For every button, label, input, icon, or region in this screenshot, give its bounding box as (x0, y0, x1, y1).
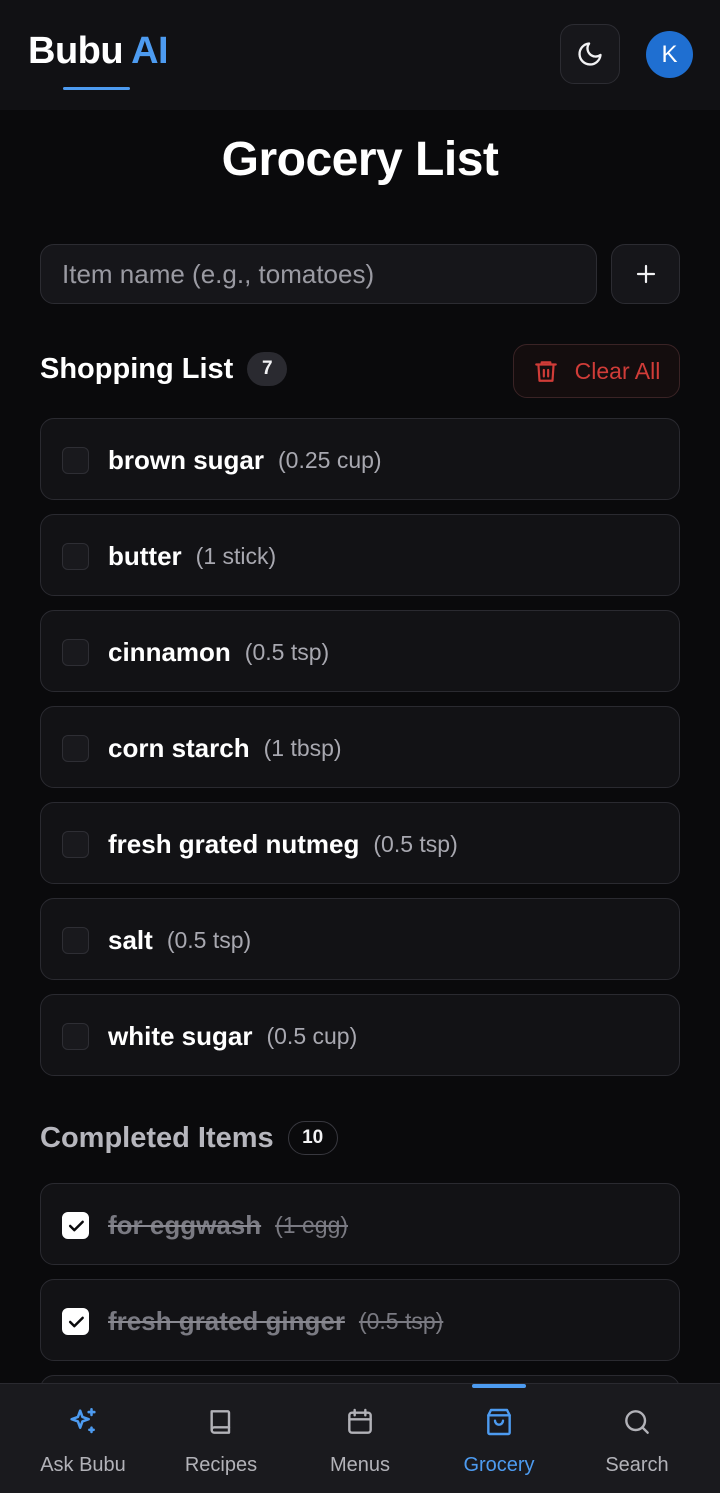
item-text: for eggwash (1 egg) (108, 1184, 348, 1266)
item-text: salt (0.5 tsp) (108, 899, 251, 981)
nav-item-recipes[interactable]: Recipes (149, 1384, 293, 1493)
trash-icon (534, 361, 557, 382)
list-item[interactable]: brown sugar (0.25 cup) (40, 418, 680, 500)
item-text: cinnamon (0.5 tsp) (108, 611, 329, 693)
brand-name: Bubu (28, 30, 124, 72)
nav-item-grocery[interactable]: Grocery (427, 1384, 571, 1493)
item-text: butter (1 stick) (108, 515, 276, 597)
item-name: white sugar (108, 1020, 253, 1051)
nav-item-menus[interactable]: Menus (288, 1384, 432, 1493)
nav-item-search[interactable]: Search (565, 1384, 709, 1493)
shopping-bag-icon (487, 1408, 511, 1436)
item-checkbox[interactable] (62, 735, 89, 762)
item-checkbox[interactable] (62, 447, 89, 474)
item-name: fresh grated ginger (108, 1305, 345, 1336)
checkmark-icon (68, 1220, 84, 1231)
item-name: brown sugar (108, 444, 265, 475)
item-quantity: (1 tbsp) (263, 734, 342, 761)
item-quantity: (0.25 cup) (278, 446, 382, 473)
nav-label: Menus (329, 1454, 391, 1476)
plus-icon (636, 264, 655, 284)
brand-logo[interactable]: Bubu AI (28, 30, 169, 73)
nav-active-indicator (472, 1384, 526, 1388)
list-item[interactable]: cinnamon (0.5 tsp) (40, 610, 680, 692)
item-checkbox[interactable] (62, 543, 89, 570)
book-icon (210, 1410, 231, 1434)
search-icon (625, 1410, 649, 1434)
list-item[interactable]: salt (0.5 tsp) (40, 898, 680, 980)
item-text: corn starch (1 tbsp) (108, 707, 342, 789)
nav-label: Search (605, 1454, 669, 1476)
clear-all-button[interactable]: Clear All (513, 344, 680, 398)
item-name: corn starch (108, 732, 250, 763)
item-name: for eggwash (108, 1209, 262, 1240)
calendar-icon (348, 1408, 372, 1434)
item-quantity: (1 egg) (275, 1211, 349, 1238)
list-item[interactable]: corn starch (1 tbsp) (40, 706, 680, 788)
sparkle-icon (70, 1407, 96, 1434)
brand-ai: AI (131, 30, 169, 72)
add-item-button[interactable] (611, 244, 680, 304)
list-item[interactable]: butter (1 stick) (40, 514, 680, 596)
completed-items-heading: Completed Items 10 (40, 1121, 338, 1155)
item-text: fresh grated ginger (0.5 tsp) (108, 1280, 443, 1362)
completed-items-title: Completed Items (40, 1121, 274, 1154)
item-name-input[interactable] (40, 244, 597, 304)
item-quantity: (1 stick) (195, 542, 277, 569)
nav-item-ask-bubu[interactable]: Ask Bubu (11, 1384, 155, 1493)
item-name: cinnamon (108, 636, 231, 667)
shopping-list-heading: Shopping List 7 (40, 352, 288, 386)
item-checkbox[interactable] (62, 639, 89, 666)
item-name: fresh grated nutmeg (108, 828, 360, 859)
top-bar: Bubu AI K (0, 0, 720, 110)
nav-label: Recipes (184, 1454, 258, 1476)
completed-list-item[interactable]: for eggwash (1 egg) (40, 1183, 680, 1265)
completed-list-item[interactable]: fresh grated ginger (0.5 tsp) (40, 1279, 680, 1361)
theme-toggle-button[interactable] (560, 24, 620, 84)
item-quantity: (0.5 tsp) (358, 1307, 444, 1334)
item-text: white sugar (0.5 cup) (108, 995, 357, 1077)
item-quantity: (0.5 tsp) (244, 638, 330, 665)
checkmark-icon (68, 1316, 84, 1327)
item-checkbox[interactable] (62, 831, 89, 858)
item-name: butter (108, 540, 182, 571)
nav-label: Grocery (463, 1454, 535, 1476)
item-quantity: (0.5 cup) (266, 1022, 358, 1049)
item-quantity: (0.5 tsp) (373, 830, 458, 857)
bottom-navigation: Ask Bubu Recipes Menus Grocery Search (0, 1383, 720, 1493)
clear-all-label: Clear All (574, 357, 661, 384)
item-checkbox-checked[interactable] (62, 1212, 89, 1239)
item-text: fresh grated nutmeg (0.5 tsp) (108, 803, 458, 885)
item-quantity: (0.5 tsp) (166, 926, 252, 953)
brand-active-underline (63, 87, 130, 90)
item-checkbox[interactable] (62, 927, 89, 954)
list-item[interactable]: white sugar (0.5 cup) (40, 994, 680, 1076)
item-name: salt (108, 924, 153, 955)
shopping-list-title: Shopping List (40, 352, 234, 385)
shopping-count-badge: 7 (247, 352, 288, 386)
page-title: Grocery List (221, 133, 499, 186)
avatar[interactable]: K (646, 31, 693, 78)
moon-icon (578, 42, 602, 66)
item-text: brown sugar (0.25 cup) (108, 419, 382, 501)
nav-label: Ask Bubu (40, 1454, 126, 1476)
list-item[interactable]: fresh grated nutmeg (0.5 tsp) (40, 802, 680, 884)
item-checkbox-checked[interactable] (62, 1308, 89, 1335)
item-checkbox[interactable] (62, 1023, 89, 1050)
completed-count-badge: 10 (287, 1121, 338, 1155)
